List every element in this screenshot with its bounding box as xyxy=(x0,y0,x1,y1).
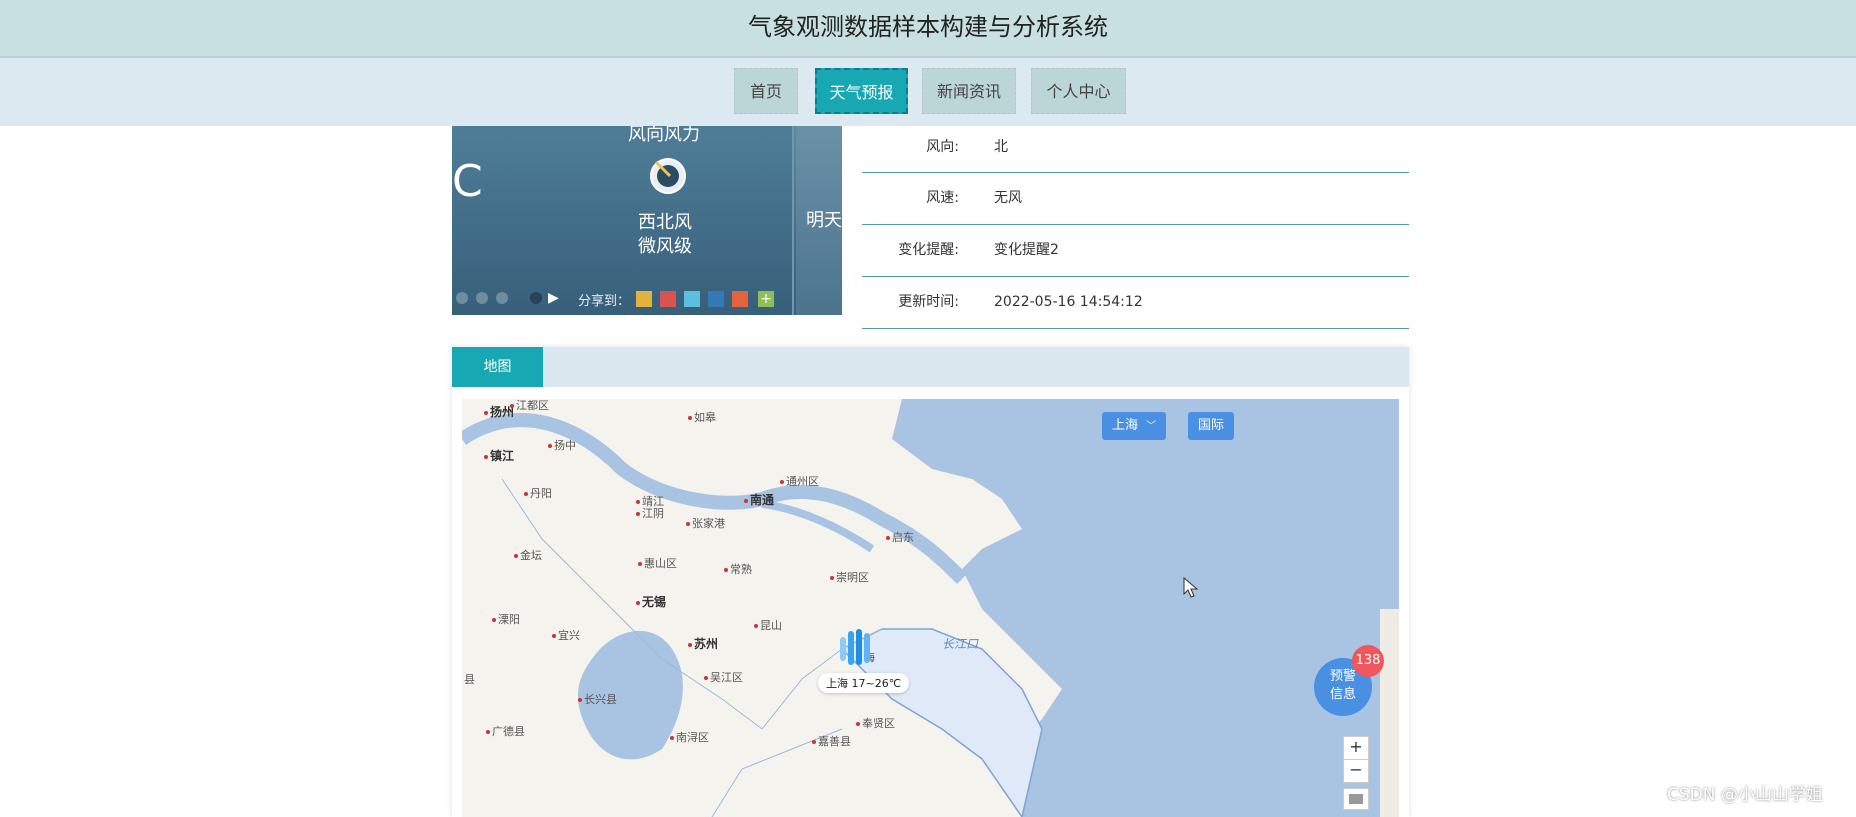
city-label: 江都区 xyxy=(510,399,549,413)
city-label: 广德县 xyxy=(486,723,525,739)
play-icon: ▶ xyxy=(548,290,559,306)
city-label: 丹阳 xyxy=(524,485,552,501)
city-label: 张家港 xyxy=(686,515,725,531)
city-label: 南通 xyxy=(744,491,774,508)
circle-icon xyxy=(496,292,508,304)
warning-label-line2: 信息 xyxy=(1329,687,1356,702)
map-tabbar: 地图 xyxy=(452,347,1409,387)
city-label: 县 xyxy=(464,673,475,686)
wind-desc-line2: 微风级 xyxy=(638,236,692,257)
tomorrow-label: 明天 xyxy=(806,210,842,231)
city-label: 惠山区 xyxy=(638,555,677,571)
app-header: 气象观测数据样本构建与分析系统 xyxy=(0,0,1856,58)
mouse-cursor-icon xyxy=(1183,577,1199,598)
renren-icon[interactable] xyxy=(732,291,748,307)
update-time-value: 2022-05-16 14:54:12 xyxy=(994,294,1143,310)
city-label: 溧阳 xyxy=(492,611,520,627)
share-icon[interactable] xyxy=(636,291,652,307)
update-time-label: 更新时间: xyxy=(898,294,959,310)
city-label: 嘉善县 xyxy=(812,733,851,749)
wind-title: 风向风力 xyxy=(628,126,700,145)
wind-direction-value: 北 xyxy=(994,139,1008,155)
city-label: 启东 xyxy=(886,529,914,545)
detail-row-wind-direction: 风向: 北 xyxy=(862,120,1409,173)
wind-compass-icon xyxy=(650,158,686,194)
city-label: 南浔区 xyxy=(670,729,709,745)
city-label: 常熟 xyxy=(724,561,752,577)
weibo-icon[interactable] xyxy=(660,291,676,307)
nav-news[interactable]: 新闻资讯 xyxy=(922,68,1016,114)
circle-icon xyxy=(476,292,488,304)
wind-speed-label: 风速: xyxy=(926,190,959,206)
map-card: 地图 扬州 江都区 如皋 镇江 扬中 丹阳 靖江 江阴 南通 通州区 张家港 启… xyxy=(452,347,1409,817)
region-select-button[interactable]: 上海 ﹀ xyxy=(1102,412,1167,440)
chevron-down-icon: ﹀ xyxy=(1146,421,1157,432)
dot-icon xyxy=(530,292,542,304)
detail-row-update-time: 更新时间: 2022-05-16 14:54:12 xyxy=(862,276,1409,329)
wind-desc-line1: 西北风 xyxy=(638,212,692,233)
plus-icon[interactable]: + xyxy=(758,291,774,307)
change-reminder-label: 变化提醒: xyxy=(898,242,959,258)
city-label: 无锡 xyxy=(636,593,666,610)
nav-personal-center[interactable]: 个人中心 xyxy=(1031,68,1126,114)
city-label: 奉贤区 xyxy=(856,715,895,731)
prev-icon xyxy=(456,292,468,304)
city-label: 昆山 xyxy=(754,617,782,633)
detail-row-change-reminder: 变化提醒: 变化提醒2 xyxy=(862,224,1409,277)
city-label: 长兴县 xyxy=(578,691,617,707)
city-label: 镇江 xyxy=(484,447,514,464)
city-label: 宜兴 xyxy=(552,627,580,643)
tab-map[interactable]: 地图 xyxy=(452,347,543,387)
weather-widget-image: 风向风力 西北风 微风级 C 明天 ▶ 分享到： + xyxy=(452,126,842,315)
temperature-unit: C xyxy=(452,156,483,207)
wind-speed-value: 无风 xyxy=(994,190,1022,206)
share-label: 分享到： xyxy=(578,294,631,309)
qq-icon[interactable] xyxy=(684,291,700,307)
nav-home[interactable]: 首页 xyxy=(734,68,798,114)
city-label: 扬中 xyxy=(548,437,576,453)
river-label: 长江口 xyxy=(942,637,979,651)
city-label: 金坛 xyxy=(514,547,542,563)
map-base xyxy=(462,399,1399,817)
warning-count-badge: 138 xyxy=(1352,645,1384,677)
international-button[interactable]: 国际 xyxy=(1188,412,1235,440)
map-layer-icon[interactable] xyxy=(1343,788,1369,810)
city-label: 通州区 xyxy=(780,473,819,489)
weather-map[interactable]: 扬州 江都区 如皋 镇江 扬中 丹阳 靖江 江阴 南通 通州区 张家港 启东 金… xyxy=(462,399,1399,817)
rain-icon[interactable] xyxy=(834,625,880,671)
change-reminder-value: 变化提醒2 xyxy=(994,242,1059,258)
people-icon[interactable] xyxy=(708,291,724,307)
city-label: 江阴 xyxy=(636,505,664,521)
wind-direction-label: 风向: xyxy=(926,139,959,155)
city-label: 吴江区 xyxy=(704,669,743,685)
detail-row-wind-speed: 风速: 无风 xyxy=(862,172,1409,225)
zoom-in-button[interactable]: + xyxy=(1343,736,1369,760)
watermark: CSDN @小山山学姐 xyxy=(1667,785,1823,805)
share-bar: ▶ 分享到： + xyxy=(452,288,792,310)
zoom-out-button[interactable]: − xyxy=(1343,759,1369,783)
city-label: 崇明区 xyxy=(830,569,869,585)
nav-weather-forecast[interactable]: 天气预报 xyxy=(815,68,908,114)
marker-temperature-label: 上海 17~26℃ xyxy=(818,673,910,693)
main-nav: 首页 天气预报 新闻资讯 个人中心 xyxy=(0,58,1856,126)
city-label: 苏州 xyxy=(688,635,718,652)
region-select-label: 上海 xyxy=(1112,418,1139,433)
city-label: 如皋 xyxy=(688,409,716,425)
app-title: 气象观测数据样本构建与分析系统 xyxy=(748,13,1108,41)
